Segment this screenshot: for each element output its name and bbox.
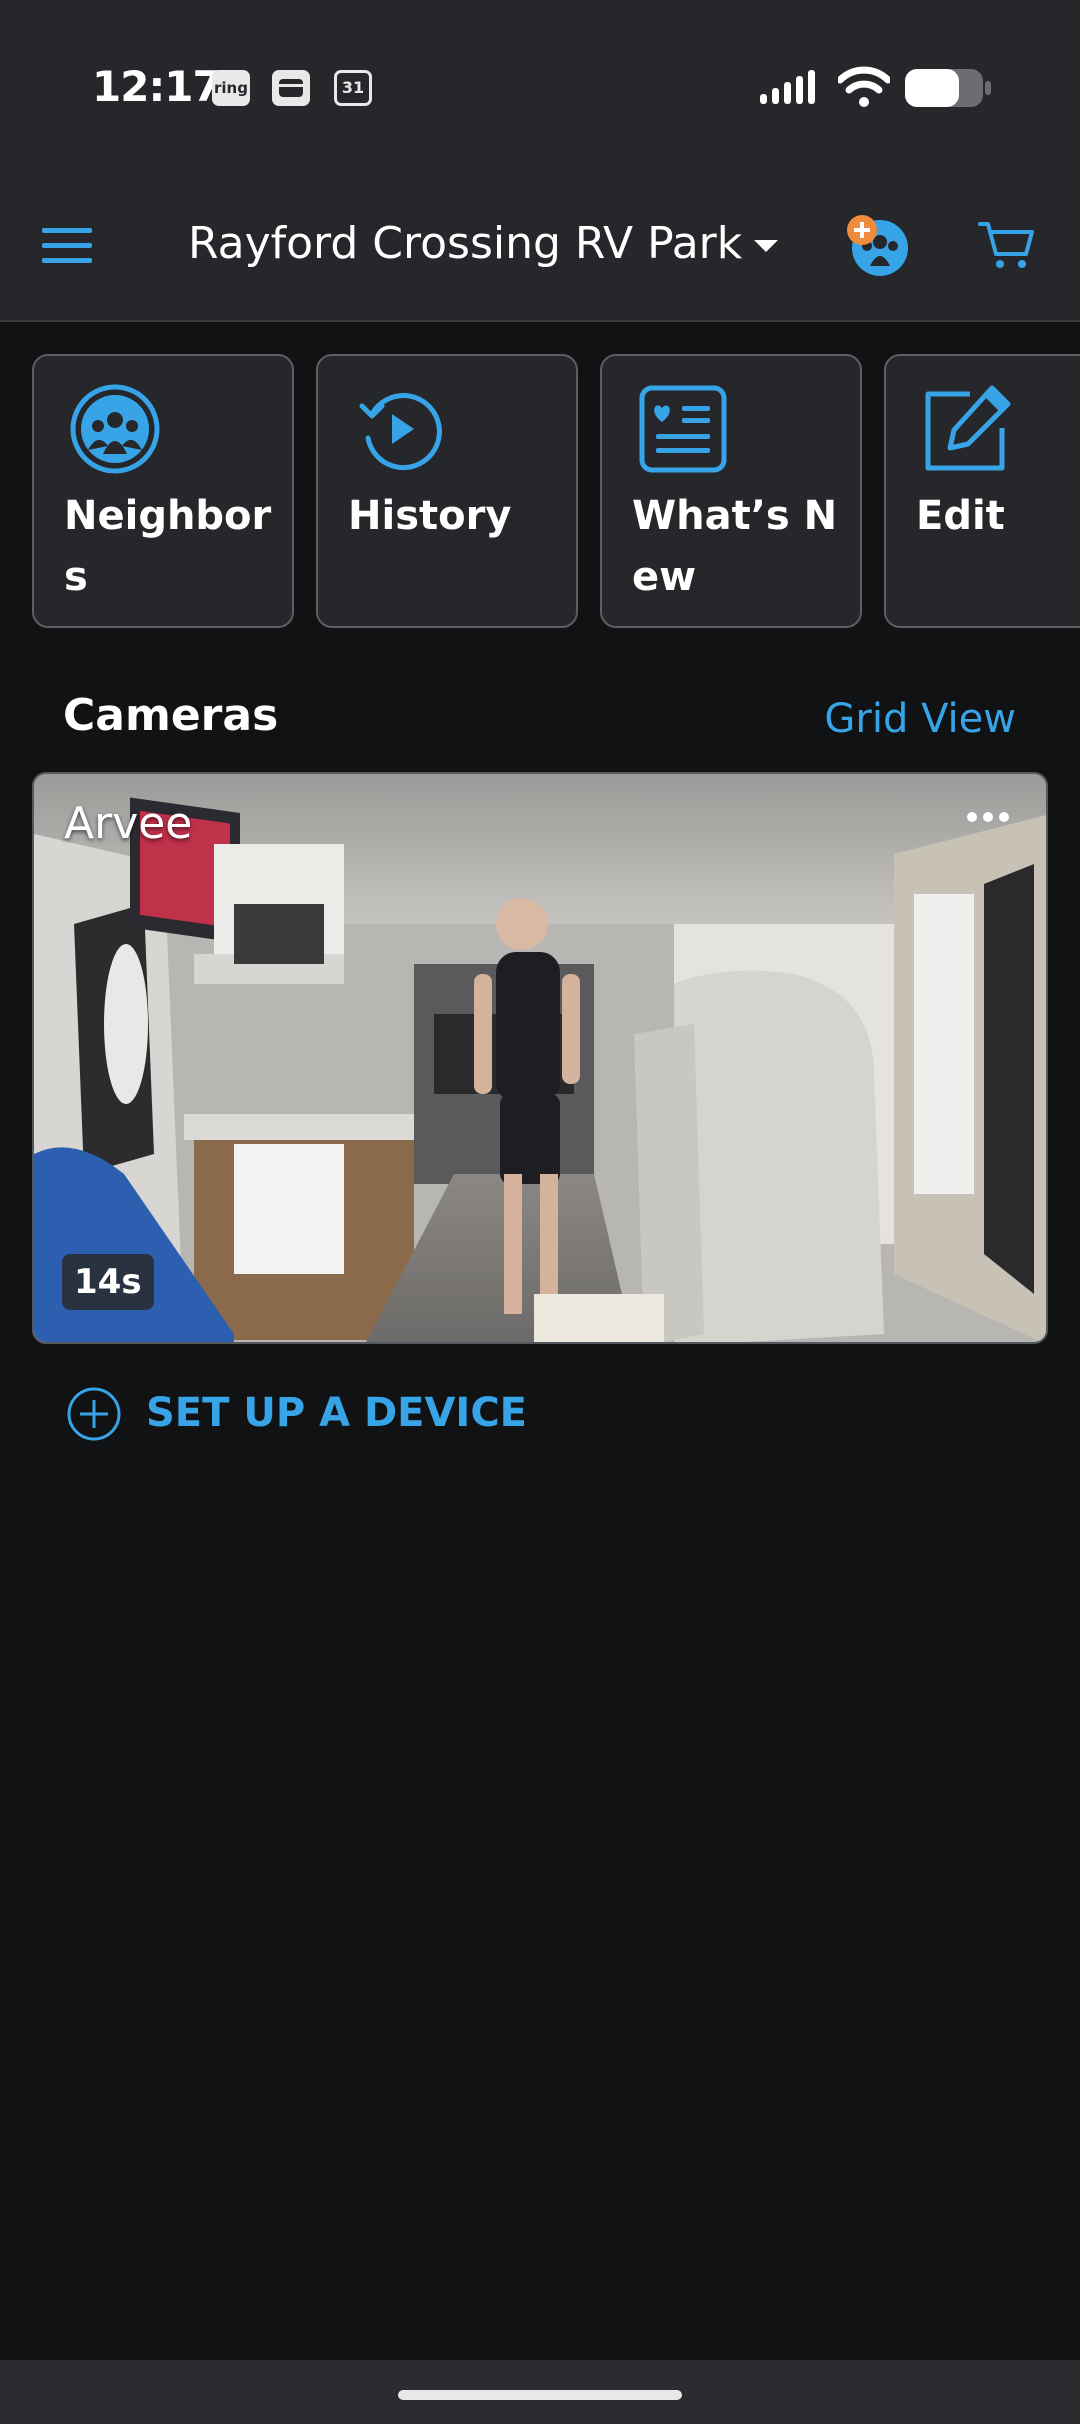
tile-edit[interactable]: Edit: [884, 354, 1080, 628]
whats-new-icon: [639, 385, 727, 473]
tile-edit-label: Edit: [916, 493, 1005, 539]
shopping-cart-icon[interactable]: [978, 220, 1036, 272]
ring-notification-icon: ring: [212, 70, 250, 106]
edit-icon: [925, 385, 1011, 471]
setup-device-label: SET UP A DEVICE: [146, 1390, 527, 1436]
wallet-notification-icon: [272, 70, 310, 106]
grid-view-link[interactable]: Grid View: [824, 696, 1016, 742]
tile-whats-new[interactable]: What’s New: [600, 354, 862, 628]
status-bar: 12:17 ring 31: [0, 0, 1080, 180]
quick-actions-row: Neighbor s History What’s New Edit: [32, 354, 1080, 630]
history-icon: [359, 393, 442, 471]
camera-feed-image: [34, 774, 1046, 1342]
app-header: Rayford Crossing RV Park: [0, 180, 1080, 310]
neighbors-icon: [70, 384, 160, 474]
tile-neighbors[interactable]: Neighbor s: [32, 354, 294, 628]
tile-history-label: History: [348, 493, 512, 539]
tile-whats-new-label: What’s New: [632, 493, 838, 600]
location-dropdown-caret-icon[interactable]: [752, 238, 780, 256]
camera-card[interactable]: Arvee 14s: [32, 772, 1048, 1344]
duration-badge: 14s: [62, 1254, 154, 1310]
status-time: 12:17: [92, 62, 222, 111]
add-circle-icon: [67, 1387, 121, 1441]
neighbors-add-icon[interactable]: [842, 210, 912, 280]
camera-name: Arvee: [64, 798, 193, 849]
home-indicator[interactable]: [398, 2390, 682, 2400]
more-options-icon[interactable]: [966, 810, 1010, 824]
location-title[interactable]: Rayford Crossing RV Park: [188, 218, 742, 269]
system-navigation-bar: [0, 2360, 1080, 2424]
calendar-notification-icon: 31: [334, 70, 372, 106]
hamburger-menu-icon[interactable]: [40, 226, 94, 266]
tile-neighbors-label: Neighbor s: [64, 493, 272, 600]
tile-history[interactable]: History: [316, 354, 578, 628]
battery-icon: [905, 69, 991, 107]
wifi-icon: [838, 66, 890, 107]
top-bar: 12:17 ring 31 Rayford Crossing RV Park: [0, 0, 1080, 322]
cellular-signal-icon: [760, 70, 815, 104]
cameras-section-title: Cameras: [63, 690, 279, 741]
